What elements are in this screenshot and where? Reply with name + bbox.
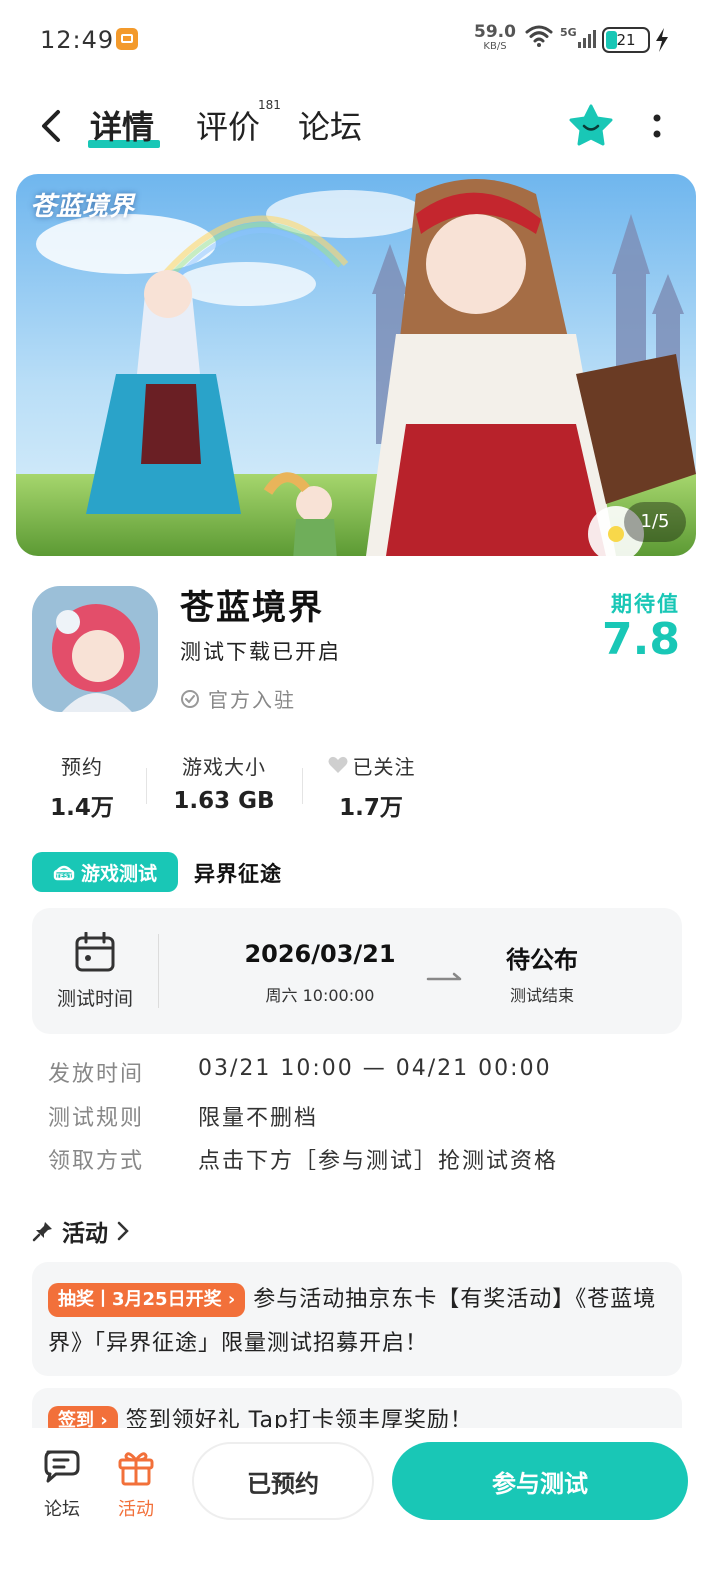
test-icon: TEST [53, 865, 75, 881]
activity-badge-label: 抽奖丨3月25日开奖 [58, 1289, 222, 1310]
official-label: 官方入驻 [208, 688, 296, 712]
bottom-action-bar: 论坛 活动 已预约 参与测试 [0, 1428, 720, 1584]
charging-icon [654, 28, 670, 56]
tab-reviews[interactable]: 评价 [196, 102, 260, 148]
stat-value: 1.4万 [50, 795, 114, 821]
arrow-right-icon [426, 968, 464, 987]
test-start-time: 周六 10:00:00 [265, 986, 375, 1005]
status-time: 12:49 [40, 26, 115, 54]
activity-badge-label: 签到 [58, 1410, 94, 1428]
signal-icon [578, 30, 598, 52]
stat-label: 游戏大小 [182, 754, 266, 779]
test-start-date: 2026/03/21 [244, 940, 396, 968]
activity-card-lottery[interactable]: 抽奖丨3月25日开奖 › 参与活动抽京东卡【有奖活动】《苍蓝境界》「异界征途」限量… [32, 1262, 682, 1376]
chevron-right-icon [117, 1221, 129, 1241]
stat-game-size: 游戏大小 1.63 GB [164, 752, 284, 815]
stat-value: 1.7万 [339, 795, 403, 821]
info-key: 领取方式 [48, 1149, 145, 1174]
activity-badge: 抽奖丨3月25日开奖 › [48, 1283, 246, 1317]
check-circle-icon [181, 689, 199, 708]
hero-illustration [16, 174, 696, 556]
info-value: 03/21 10:00 — 04/21 00:00 [198, 1056, 552, 1081]
reviews-count: 181 [258, 98, 281, 112]
battery-icon: 21 [602, 27, 650, 53]
test-end-label: 测试结束 [509, 986, 574, 1005]
pin-icon [32, 1222, 52, 1242]
activity-section-header[interactable]: 活动 [32, 1214, 130, 1248]
official-badge: 官方入驻 [180, 684, 296, 713]
stat-reservations: 预约 1.4万 [32, 752, 132, 822]
stat-followers[interactable]: 已关注 1.7万 [316, 752, 426, 822]
bottom-forum-button[interactable]: 论坛 [32, 1448, 92, 1521]
gift-icon [118, 1452, 154, 1486]
test-name: 异界征途 [194, 862, 282, 886]
hero-banner[interactable]: 苍蓝境界 1/5 [16, 174, 696, 556]
stat-divider [146, 768, 147, 804]
stat-divider [302, 768, 303, 804]
test-time-label: 测试时间 [56, 988, 133, 1010]
info-value: 点击下方［参与测试］抢测试资格 [198, 1149, 559, 1174]
back-arrow-icon[interactable] [36, 108, 66, 148]
stat-label: 预约 [61, 754, 103, 779]
reserved-button[interactable]: 已预约 [192, 1442, 374, 1520]
svg-text:TEST: TEST [56, 873, 74, 880]
heart-icon [328, 756, 347, 773]
wifi-icon [525, 24, 553, 52]
calendar-icon [74, 931, 116, 976]
activity-card-checkin[interactable]: 签到 › 签到领好礼 Tap打卡领丰厚奖励！ [32, 1388, 682, 1428]
info-key: 发放时间 [48, 1062, 145, 1087]
game-title: 苍蓝境界 [180, 588, 324, 628]
test-card-divider [158, 934, 159, 1008]
top-nav: 详情 评价 181 论坛 [0, 90, 720, 162]
stat-label: 已关注 [316, 752, 426, 779]
net-speed-value: 59.0 [474, 22, 516, 42]
info-key: 测试规则 [48, 1106, 145, 1131]
net-speed: 59.0 KB/S [474, 24, 516, 52]
hero-game-logo: 苍蓝境界 [30, 192, 135, 222]
expectation-score: 7.8 [602, 614, 680, 665]
activity-heading: 活动 [62, 1221, 108, 1247]
join-test-button[interactable]: 参与测试 [392, 1442, 688, 1520]
hero-page-counter: 1/5 [624, 502, 686, 542]
bottom-activity-button[interactable]: 活动 [106, 1448, 166, 1521]
bottom-forum-label: 论坛 [44, 1499, 80, 1520]
tab-forum[interactable]: 论坛 [298, 102, 362, 148]
notification-app-icon [116, 28, 138, 50]
forum-chat-icon [44, 1450, 80, 1483]
stat-value: 1.63 GB [173, 788, 275, 814]
favorite-star-icon[interactable] [568, 104, 614, 152]
net-speed-unit: KB/S [483, 41, 507, 52]
test-end-value: 待公布 [506, 946, 578, 974]
status-bar: 12:49 59.0 KB/S 5G 21 [0, 0, 720, 80]
test-time-card: 测试时间 2026/03/21 周六 10:00:00 待公布 测试结束 [32, 908, 682, 1034]
info-value: 限量不删档 [198, 1106, 319, 1131]
more-options-icon[interactable] [650, 114, 664, 144]
game-test-chip: TEST 游戏测试 [32, 852, 178, 892]
battery-level: 21 [616, 31, 636, 49]
network-type: 5G [560, 26, 577, 39]
bottom-activity-label: 活动 [118, 1499, 154, 1520]
game-test-label: 游戏测试 [80, 862, 157, 885]
game-icon [32, 586, 158, 712]
activity-badge: 签到 › [48, 1406, 118, 1428]
followed-label: 已关注 [352, 754, 416, 779]
activity-text: 签到领好礼 Tap打卡领丰厚奖励！ [125, 1408, 473, 1428]
tab-details[interactable]: 详情 [90, 102, 154, 148]
game-subtitle: 测试下载已开启 [180, 640, 341, 664]
